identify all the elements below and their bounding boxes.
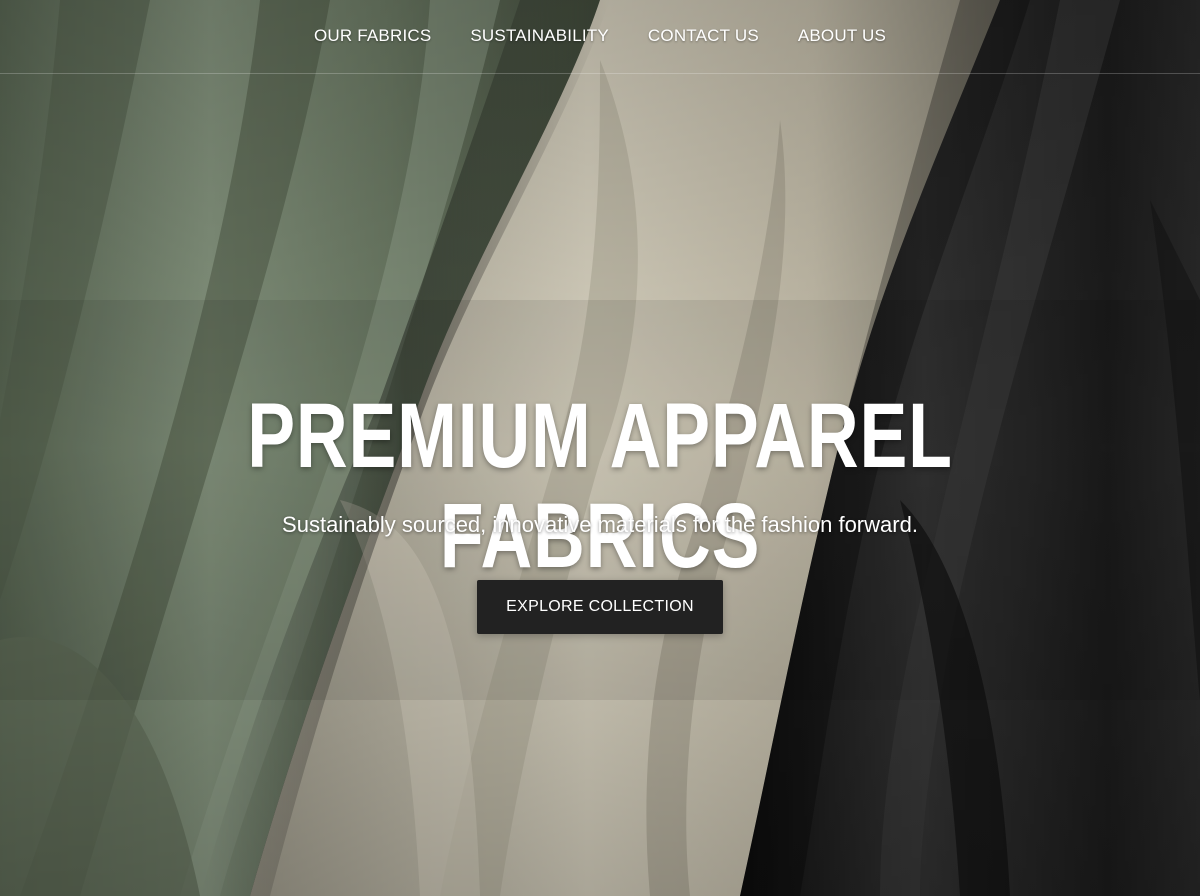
nav-link-our-fabrics[interactable]: OUR FABRICS — [314, 26, 431, 46]
nav-link-sustainability[interactable]: SUSTAINABILITY — [470, 26, 609, 46]
nav-link-contact-us[interactable]: CONTACT US — [648, 26, 759, 46]
top-navigation: OUR FABRICS SUSTAINABILITY CONTACT US AB… — [0, 0, 1200, 74]
nav-link-about-us[interactable]: ABOUT US — [798, 26, 886, 46]
explore-collection-button[interactable]: EXPLORE COLLECTION — [477, 580, 723, 634]
hero-headline: PREMIUM APPAREL FABRICS — [247, 385, 953, 587]
hero-subheadline: Sustainably sourced, innovative material… — [282, 512, 918, 537]
hero-section: OUR FABRICS SUSTAINABILITY CONTACT US AB… — [0, 0, 1200, 896]
